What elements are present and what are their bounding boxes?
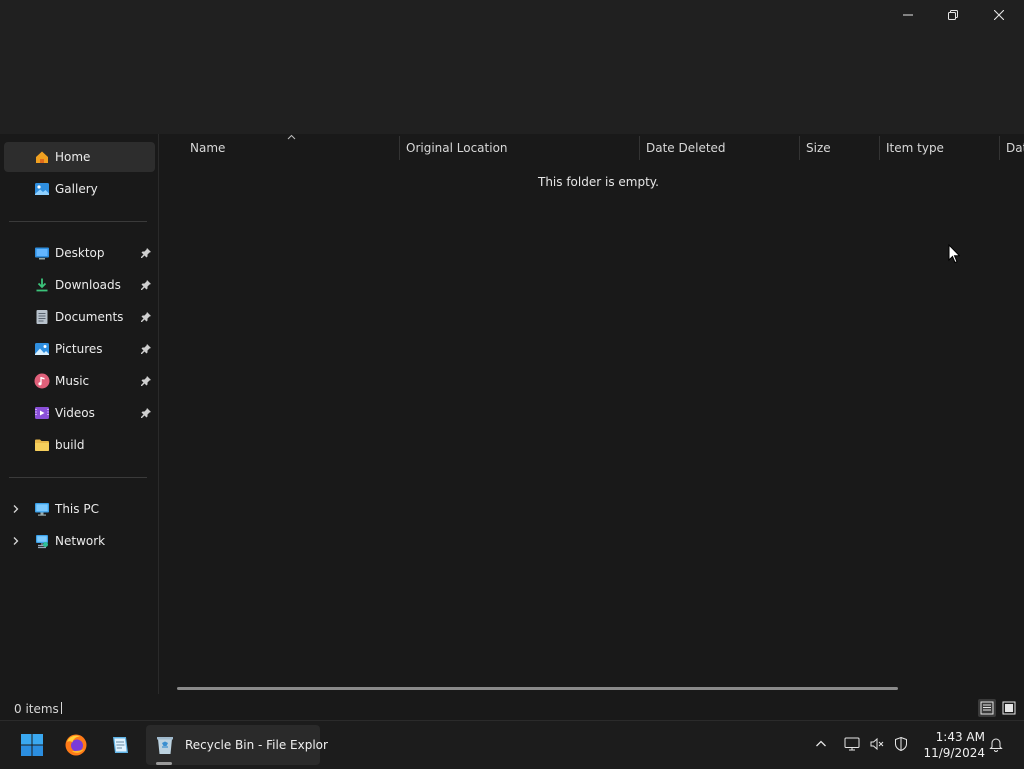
column-header-date[interactable]: Dat [1006, 134, 1024, 161]
column-header-item-type[interactable]: Item type [886, 134, 944, 161]
desktop-icon [33, 245, 50, 262]
sidebar-item-label: build [55, 438, 85, 452]
sidebar-item-label: Music [55, 374, 90, 388]
sidebar-item-this-pc[interactable]: This PC [4, 494, 155, 524]
sidebar-item-pictures[interactable]: Pictures [4, 334, 155, 364]
column-header-date-deleted[interactable]: Date Deleted [646, 134, 726, 161]
column-header-name[interactable]: Name [190, 134, 225, 161]
sidebar-item-label: Home [55, 150, 91, 164]
sidebar-item-label: Downloads [55, 278, 121, 292]
sidebar-item-downloads[interactable]: Downloads [4, 270, 155, 300]
show-hidden-icons-button[interactable] [812, 735, 830, 753]
notepad-icon [113, 737, 128, 753]
gallery-icon [33, 181, 50, 198]
monitor-icon [844, 737, 860, 751]
downloads-icon [33, 277, 50, 294]
sidebar-item-label: Desktop [55, 246, 105, 260]
pin-icon[interactable] [140, 343, 152, 355]
pin-icon[interactable] [140, 247, 152, 259]
clock-date: 11/9/2024 [923, 746, 985, 760]
volume-muted-icon [870, 737, 884, 751]
close-icon [994, 10, 1004, 20]
horizontal-scrollbar[interactable] [177, 687, 898, 690]
pictures-icon [33, 341, 50, 358]
taskbar-app-label: Recycle Bin - File Explor [185, 738, 328, 752]
pin-icon[interactable] [140, 311, 152, 323]
tray-monitor-button[interactable] [843, 735, 861, 753]
sidebar-item-gallery[interactable]: Gallery [4, 174, 155, 204]
close-button[interactable] [976, 0, 1022, 30]
column-divider[interactable] [639, 136, 640, 160]
mouse-cursor-icon [948, 244, 960, 264]
column-divider[interactable] [879, 136, 880, 160]
navigation-pane: Home Gallery Desktop Downloads Documents [0, 134, 159, 694]
taskbar: Recycle Bin - File Explor 1:43 AM 11/9/2… [0, 720, 1024, 769]
clock-time: 1:43 AM [935, 730, 985, 744]
item-count: 0 items [14, 702, 59, 716]
column-header-size[interactable]: Size [806, 134, 831, 161]
videos-icon [33, 405, 50, 422]
column-divider[interactable] [999, 136, 1000, 160]
taskbar-app-file-explorer[interactable]: Recycle Bin - File Explor [146, 725, 328, 765]
start-icon [21, 734, 43, 756]
sidebar-item-label: Gallery [55, 182, 98, 196]
firefox-icon [65, 734, 87, 756]
firefox-taskbar-button[interactable] [62, 731, 90, 759]
minimize-button[interactable] [885, 0, 931, 30]
status-bar: 0 items [0, 694, 1024, 720]
tiles-view-icon [1002, 701, 1016, 715]
this-pc-icon [33, 501, 50, 518]
column-divider[interactable] [399, 136, 400, 160]
sidebar-item-videos[interactable]: Videos [4, 398, 155, 428]
details-view-icon [980, 701, 994, 715]
status-separator [61, 702, 62, 714]
sidebar-item-label: This PC [55, 502, 99, 516]
column-header-original-location[interactable]: Original Location [406, 134, 508, 161]
sidebar-item-label: Documents [55, 310, 124, 324]
sidebar-item-network[interactable]: Network [4, 526, 155, 556]
details-view-button[interactable] [978, 699, 996, 717]
chevron-right-icon[interactable] [11, 536, 21, 546]
sidebar-item-label: Network [55, 534, 106, 548]
divider [9, 477, 147, 478]
active-indicator [156, 762, 172, 765]
notepad-taskbar-button[interactable] [106, 731, 134, 759]
pin-icon[interactable] [140, 279, 152, 291]
tray-security-button[interactable] [892, 735, 910, 753]
sidebar-item-documents[interactable]: Documents [4, 302, 155, 332]
file-list-pane[interactable]: Name Original Location Date Deleted Size… [159, 134, 1024, 694]
chevron-right-icon[interactable] [11, 504, 21, 514]
system-clock[interactable]: 1:43 AM 11/9/2024 [915, 729, 985, 761]
sidebar-item-build[interactable]: build [4, 430, 155, 460]
empty-folder-message: This folder is empty. [538, 175, 659, 189]
divider [9, 221, 147, 222]
start-button[interactable] [18, 731, 46, 759]
minimize-icon [903, 14, 913, 16]
large-icons-view-button[interactable] [1000, 699, 1018, 717]
music-icon [33, 373, 50, 390]
documents-icon [33, 309, 50, 326]
shield-icon [895, 736, 907, 752]
sidebar-item-desktop[interactable]: Desktop [4, 238, 155, 268]
recycle-bin-icon [157, 737, 173, 754]
pin-icon[interactable] [140, 407, 152, 419]
restore-button[interactable] [930, 0, 976, 30]
sidebar-item-music[interactable]: Music [4, 366, 155, 396]
notification-button[interactable] [987, 735, 1005, 753]
chevron-up-icon [816, 740, 826, 747]
title-bar [0, 0, 1024, 134]
network-icon [33, 533, 50, 550]
sidebar-item-label: Pictures [55, 342, 103, 356]
sidebar-item-label: Videos [55, 406, 95, 420]
sort-ascending-icon [287, 134, 296, 140]
tray-volume-button[interactable] [868, 735, 886, 753]
folder-icon [33, 437, 50, 454]
restore-icon [948, 10, 958, 20]
sidebar-item-home[interactable]: Home [4, 142, 155, 172]
home-icon [33, 149, 50, 166]
column-divider[interactable] [799, 136, 800, 160]
pin-icon[interactable] [140, 375, 152, 387]
bell-icon [989, 738, 1003, 752]
